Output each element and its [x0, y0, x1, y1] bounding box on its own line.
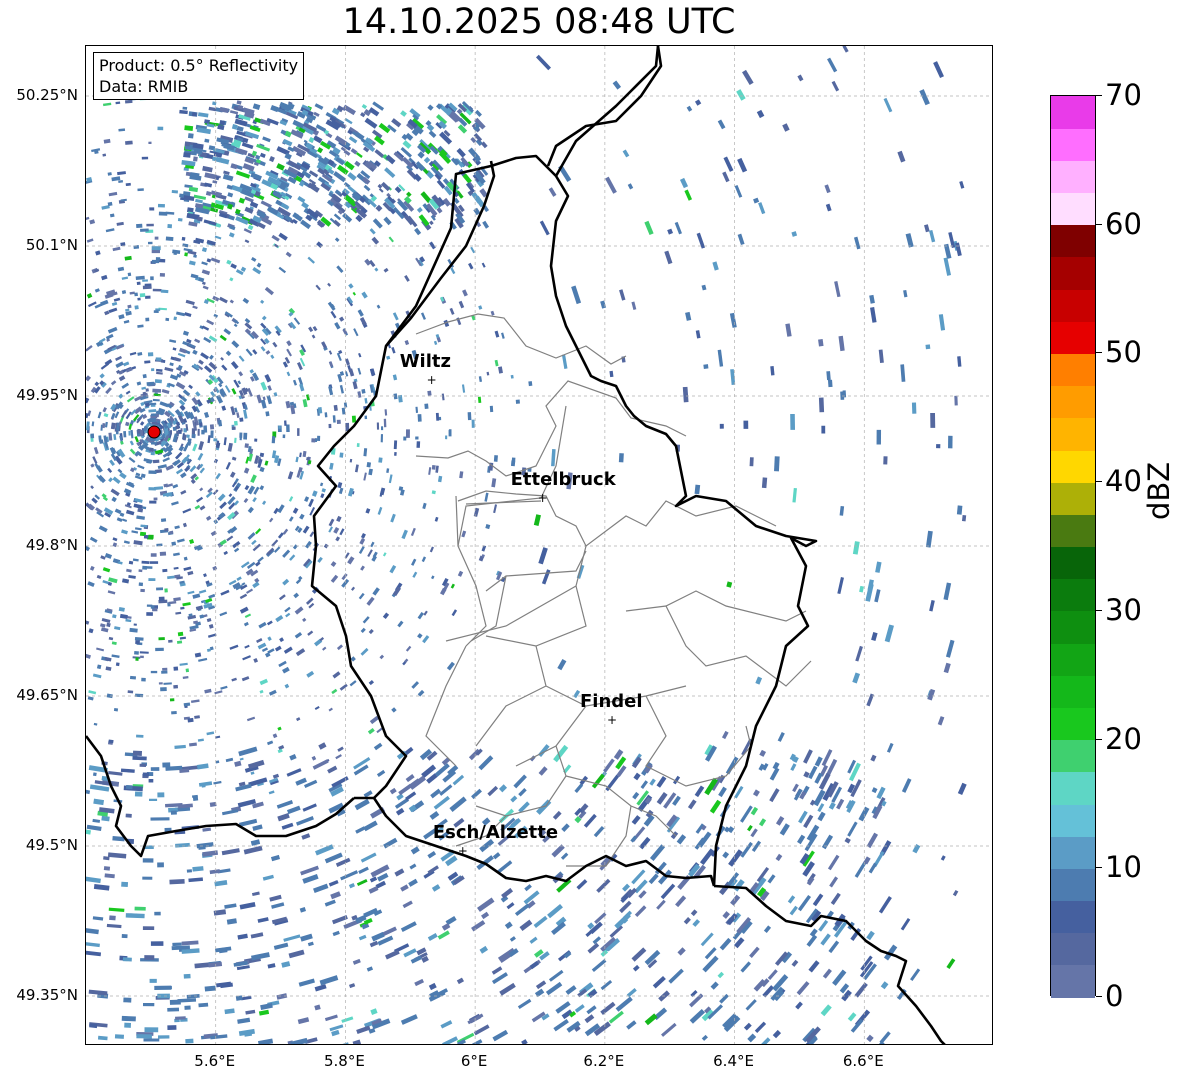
lat-tick-label: 49.8°N [25, 536, 78, 554]
border-line [546, 46, 663, 167]
colorbar-segment [1051, 739, 1095, 773]
colorbar-segment [1051, 836, 1095, 869]
colorbar-tick-label: 10 [1105, 850, 1142, 885]
lat-tick-label: 49.65°N [16, 686, 78, 704]
lat-tick-label: 49.5°N [25, 836, 78, 854]
lat-tick-label: 50.25°N [16, 86, 78, 104]
colorbar-segment [1051, 385, 1095, 419]
canton-line [485, 585, 587, 647]
canton-line [625, 590, 807, 622]
canton-line [665, 605, 812, 687]
colorbar-tick-label: 20 [1105, 721, 1142, 756]
city-wiltz: +Wiltz [400, 351, 451, 387]
canton-line [475, 685, 547, 747]
city-marker: + [538, 491, 548, 505]
map-title: 14.10.2025 08:48 UTC [342, 2, 736, 42]
canton-line [515, 705, 587, 767]
canton-line [457, 490, 777, 547]
canton-line [425, 645, 467, 767]
colorbar-segment [1051, 900, 1095, 934]
colorbar-segment [1051, 578, 1095, 612]
city-findel: +Findel [580, 691, 643, 727]
colorbar-segment [1051, 128, 1095, 161]
colorbar-tick [1096, 609, 1102, 611]
colorbar-segment [1051, 353, 1095, 387]
border-line [310, 160, 496, 799]
colorbar-tick-label: 40 [1105, 464, 1142, 499]
lon-tick-label: 5.8°E [324, 1052, 365, 1070]
radar-map[interactable]: + Wiltz + Ettelbruck + Findel + Esch/Alzette [85, 45, 993, 1045]
radar-site-marker [147, 425, 161, 439]
colorbar-tick [1096, 352, 1102, 354]
colorbar-tick-label: 30 [1105, 592, 1142, 627]
map-canvas: +Wiltz+Ettelbruck+Findel+Esch/Alzette [86, 46, 992, 1044]
colorbar-tick [1096, 867, 1102, 869]
colorbar-segment [1051, 192, 1095, 226]
colorbar-segment [1051, 160, 1095, 194]
lon-tick-label: 6.6°E [842, 1052, 884, 1070]
city-label: Findel [580, 691, 643, 712]
canton-line [457, 405, 567, 647]
canton-line [645, 695, 752, 787]
lon-tick-label: 6.2°E [583, 1052, 625, 1070]
product-info-box: Product: 0.5° Reflectivity Data: RMIB [93, 52, 305, 100]
city-label: Ettelbruck [511, 469, 617, 490]
lon-tick-label: 6°E [460, 1052, 488, 1070]
lon-tick-label: 6.4°E [713, 1052, 754, 1070]
colorbar-segment [1051, 868, 1095, 902]
border-line [554, 46, 660, 177]
colorbar-segment [1051, 932, 1095, 966]
colorbar-segment [1051, 321, 1095, 355]
canton-line [445, 545, 587, 642]
colorbar-segment [1051, 417, 1095, 451]
dbz-colorbar [1050, 95, 1096, 998]
canton-line [566, 805, 632, 867]
data-source-label: Data: RMIB [99, 77, 189, 96]
colorbar-tick [1096, 95, 1102, 96]
colorbar-segment [1051, 707, 1095, 741]
colorbar-segment [1051, 96, 1095, 129]
product-label: Product: 0.5° Reflectivity [99, 56, 299, 75]
colorbar-tick-label: 50 [1105, 335, 1142, 370]
colorbar-segment [1051, 514, 1095, 548]
city-marker: + [458, 844, 468, 858]
lat-tick-label: 49.35°N [16, 986, 78, 1004]
lat-tick-label: 49.95°N [16, 386, 78, 404]
colorbar-segment [1051, 803, 1095, 837]
colorbar-segment [1051, 771, 1095, 805]
colorbar-tick-label: 0 [1105, 979, 1124, 1013]
canton-line [485, 550, 587, 592]
colorbar-segment [1051, 289, 1095, 322]
colorbar-segment [1051, 643, 1095, 676]
colorbar-segment [1051, 610, 1095, 644]
radar-echoes [86, 46, 967, 1044]
colorbar-tick-label: 60 [1105, 206, 1142, 241]
colorbar-segment [1051, 482, 1095, 515]
city-marker: + [607, 713, 617, 727]
colorbar-label: dBZ [1142, 461, 1176, 520]
colorbar-tick [1096, 996, 1102, 997]
city-label: Esch/Alzette [433, 822, 558, 843]
canton-line [455, 495, 459, 547]
canton-line [415, 380, 687, 477]
colorbar-segment [1051, 546, 1095, 580]
lat-tick-label: 50.1°N [25, 236, 78, 254]
city-label: Wiltz [400, 351, 451, 372]
colorbar-tick-label: 70 [1105, 78, 1142, 112]
lon-tick-label: 5.6°E [194, 1052, 236, 1070]
colorbar-segment [1051, 675, 1095, 708]
colorbar-segment [1051, 224, 1095, 258]
colorbar-segment [1051, 449, 1095, 483]
colorbar-tick [1096, 223, 1102, 225]
city-marker: + [427, 373, 437, 387]
colorbar-segment [1051, 256, 1095, 290]
colorbar-segment [1051, 964, 1095, 998]
colorbar-tick [1096, 738, 1102, 740]
colorbar-tick [1096, 481, 1102, 483]
